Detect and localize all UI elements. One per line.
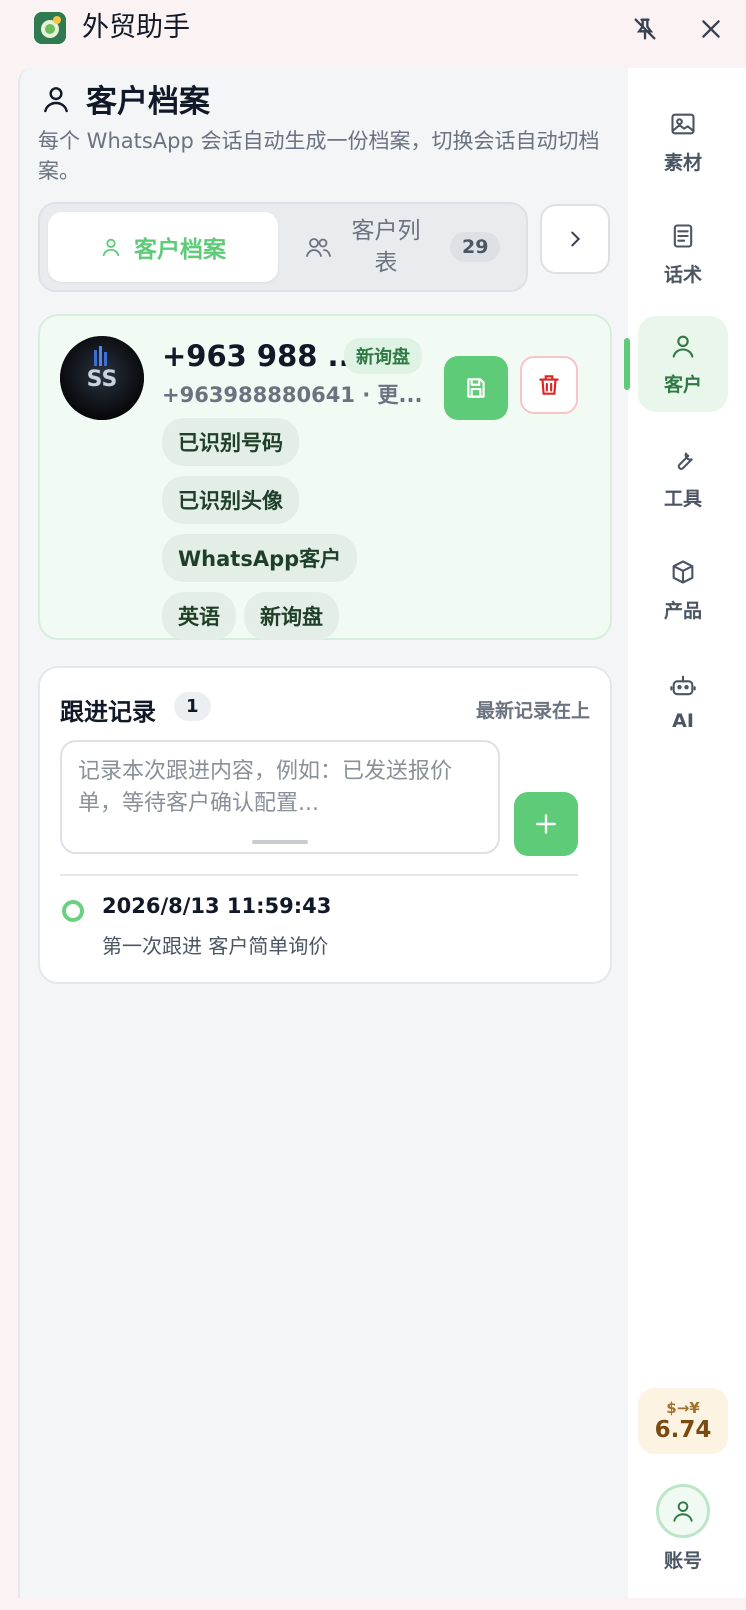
box-icon (672, 559, 694, 584)
exchange-rate-label: $→¥ (666, 1399, 700, 1417)
close-icon[interactable] (694, 12, 728, 46)
followup-input[interactable] (60, 740, 500, 854)
customer-profile-card: SS +963 988 ... 新询盘 +963988880641 · 更...… (38, 314, 612, 640)
page-title: 客户档案 (86, 84, 210, 120)
rail-item-ai[interactable]: AI (638, 654, 728, 750)
tag: WhatsApp客户 (162, 534, 358, 582)
rail-label: AI (672, 710, 694, 732)
tag: 新询盘 (244, 592, 339, 640)
robot-icon (670, 675, 696, 696)
users-icon (306, 238, 331, 257)
unpin-icon[interactable] (628, 12, 662, 46)
timeline-dot (62, 900, 84, 922)
active-indicator (624, 338, 630, 390)
tab-label: 客户档案 (134, 237, 226, 263)
page-header-icon-wrap (40, 82, 72, 120)
exchange-rate-widget[interactable]: $→¥ 6.74 (638, 1388, 728, 1454)
customer-count-badge: 29 (450, 232, 501, 262)
rail-label: 工具 (663, 487, 702, 510)
user-icon (44, 87, 68, 113)
trash-icon (539, 375, 559, 395)
user-icon (102, 238, 120, 257)
rail-item-products[interactable]: 产品 (638, 542, 728, 638)
tag: 英语 (162, 592, 236, 640)
rail-item-materials[interactable]: 素材 (638, 94, 728, 190)
app-logo-icon (34, 12, 66, 44)
account-avatar (656, 1484, 710, 1538)
chevron-right-icon (571, 231, 581, 247)
followup-count-badge: 1 (174, 692, 211, 721)
tag: 已识别头像 (162, 476, 299, 524)
rail-label: 话术 (663, 263, 702, 286)
plus-icon (536, 814, 556, 834)
side-rail: 素材 话术 客户 工具 产品 AI $→¥ 6.74 账号 (624, 68, 746, 1598)
tab-scroll-next-button[interactable] (540, 204, 610, 274)
svg-text:SS: SS (87, 367, 118, 392)
account-button[interactable]: 账号 (638, 1484, 728, 1573)
image-icon (671, 113, 695, 134)
customer-phone[interactable]: +963988880641 · 更... (162, 380, 422, 410)
tab-customer-profile[interactable]: 客户档案 (48, 212, 278, 282)
tab-label: 客户列表 (351, 218, 421, 276)
customer-avatar[interactable]: SS (60, 336, 144, 420)
tag: 已识别号码 (162, 418, 299, 466)
main-panel: 客户档案 每个 WhatsApp 会话自动生成一份档案，切换会话自动切档案。 客… (18, 68, 628, 1598)
title-bar: 外贸助手 (0, 0, 746, 56)
rail-label: 客户 (663, 373, 702, 396)
sort-order-label[interactable]: 最新记录在上 (476, 696, 590, 723)
page-description: 每个 WhatsApp 会话自动生成一份档案，切换会话自动切档案。 (38, 129, 600, 183)
account-label: 账号 (663, 1550, 702, 1572)
wrench-icon (677, 452, 693, 470)
rail-item-tools[interactable]: 工具 (638, 430, 728, 526)
followup-card: 跟进记录 1 最新记录在上 2026/8/13 11:59:43 第一次跟进 客… (38, 666, 612, 984)
customer-tags: 已识别号码 已识别头像 WhatsApp客户 英语 新询盘 (162, 418, 422, 650)
tab-bar: 客户档案 客户列表 29 (38, 202, 528, 292)
customer-name: +963 988 ... (162, 339, 361, 373)
save-button[interactable] (444, 356, 508, 420)
resize-handle[interactable] (252, 840, 308, 844)
rail-item-customers[interactable]: 客户 (638, 316, 728, 412)
rail-label: 产品 (663, 599, 702, 622)
record-time: 2026/8/13 11:59:43 (102, 894, 332, 918)
user-icon (672, 335, 694, 358)
add-followup-button[interactable] (514, 792, 578, 856)
status-badge: 新询盘 (344, 338, 422, 374)
divider (60, 874, 578, 876)
save-icon (467, 378, 485, 398)
tab-customer-list[interactable]: 客户列表 29 (298, 212, 520, 282)
user-icon (673, 1501, 693, 1522)
followup-title: 跟进记录 (60, 698, 156, 726)
document-icon (673, 223, 693, 248)
delete-button[interactable] (520, 356, 578, 414)
rail-label: 素材 (663, 151, 702, 174)
app-title: 外贸助手 (82, 12, 190, 43)
record-note: 第一次跟进 客户简单询价 (102, 934, 329, 958)
exchange-rate-value: 6.74 (654, 1417, 712, 1443)
rail-item-scripts[interactable]: 话术 (638, 206, 728, 302)
